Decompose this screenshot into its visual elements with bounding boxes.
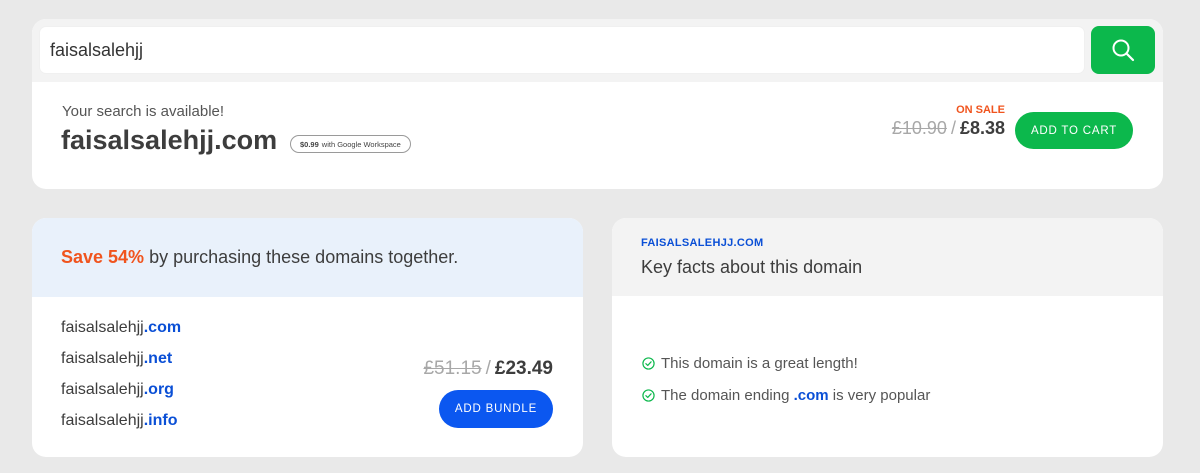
sale-price: £8.38 (959, 118, 1005, 138)
fact-item: The domain ending .com is very popular (642, 387, 930, 404)
bundle-title: Save 54% by purchasing these domains tog… (61, 247, 458, 268)
search-result-card: Your search is available! faisalsalehjj.… (32, 19, 1163, 189)
bundle-item-tld: .org (143, 381, 174, 398)
bundle-item: faisalsalehjj.info (61, 412, 177, 430)
add-bundle-button[interactable]: ADD BUNDLE (439, 390, 553, 428)
bundle-item-name: faisalsalehjj (61, 381, 144, 398)
fact-text-after: is very popular (828, 387, 931, 404)
check-circle-icon (642, 357, 655, 370)
search-button[interactable] (1091, 26, 1155, 74)
on-sale-label: ON SALE (956, 104, 1005, 116)
bundle-sale-price: £23.49 (494, 358, 553, 379)
bundle-header: Save 54% by purchasing these domains tog… (32, 218, 583, 297)
bundle-item-name: faisalsalehjj (61, 350, 144, 367)
facts-header: FAISALSALEHJJ.COM Key facts about this d… (612, 218, 1163, 296)
facts-domain: FAISALSALEHJJ.COM (641, 237, 764, 249)
key-facts-card: FAISALSALEHJJ.COM Key facts about this d… (612, 218, 1163, 457)
bundle-item-tld: .net (143, 350, 173, 367)
bundle-price: £51.15/£23.49 (423, 358, 553, 380)
facts-title: Key facts about this domain (641, 257, 863, 277)
bundle-item: faisalsalehjj.com (61, 319, 181, 337)
badge-text: with Google Workspace (321, 139, 401, 149)
bundle-item-tld: .info (143, 412, 178, 429)
google-workspace-badge[interactable]: $0.99 with Google Workspace (290, 135, 411, 153)
fact-text-strong: .com (793, 387, 829, 404)
bundle-item-name: faisalsalehjj (61, 319, 144, 336)
bundle-item-tld: .com (143, 319, 182, 336)
bundle-item: faisalsalehjj.org (61, 381, 174, 399)
bundle-card: Save 54% by purchasing these domains tog… (32, 218, 583, 457)
search-icon (1112, 39, 1135, 62)
availability-label: Your search is available! (62, 103, 225, 120)
bundle-item: faisalsalehjj.net (61, 350, 172, 368)
bundle-original-price: £51.15 (423, 358, 482, 379)
result-price: £10.90/£8.38 (892, 118, 1005, 139)
bundle-title-rest: by purchasing these domains together. (144, 247, 459, 267)
fact-text-before: The domain ending (661, 387, 794, 404)
check-circle-icon (642, 389, 655, 402)
bundle-item-name: faisalsalehjj (61, 412, 144, 429)
fact-text: The domain ending .com is very popular (661, 387, 930, 404)
bundle-save-text: Save 54% (61, 247, 145, 267)
original-price: £10.90 (891, 118, 947, 138)
search-input[interactable] (50, 27, 1080, 73)
fact-text-before: This domain is a great length! (661, 355, 858, 372)
badge-price: $0.99 (300, 139, 319, 149)
result-domain: faisalsalehjj.com (61, 125, 278, 155)
add-to-cart-button[interactable]: ADD TO CART (1015, 112, 1133, 149)
fact-text: This domain is a great length! (661, 355, 858, 372)
search-bar (40, 27, 1084, 73)
price-separator: / (950, 118, 956, 138)
price-separator: / (485, 358, 491, 379)
fact-item: This domain is a great length! (642, 355, 858, 372)
